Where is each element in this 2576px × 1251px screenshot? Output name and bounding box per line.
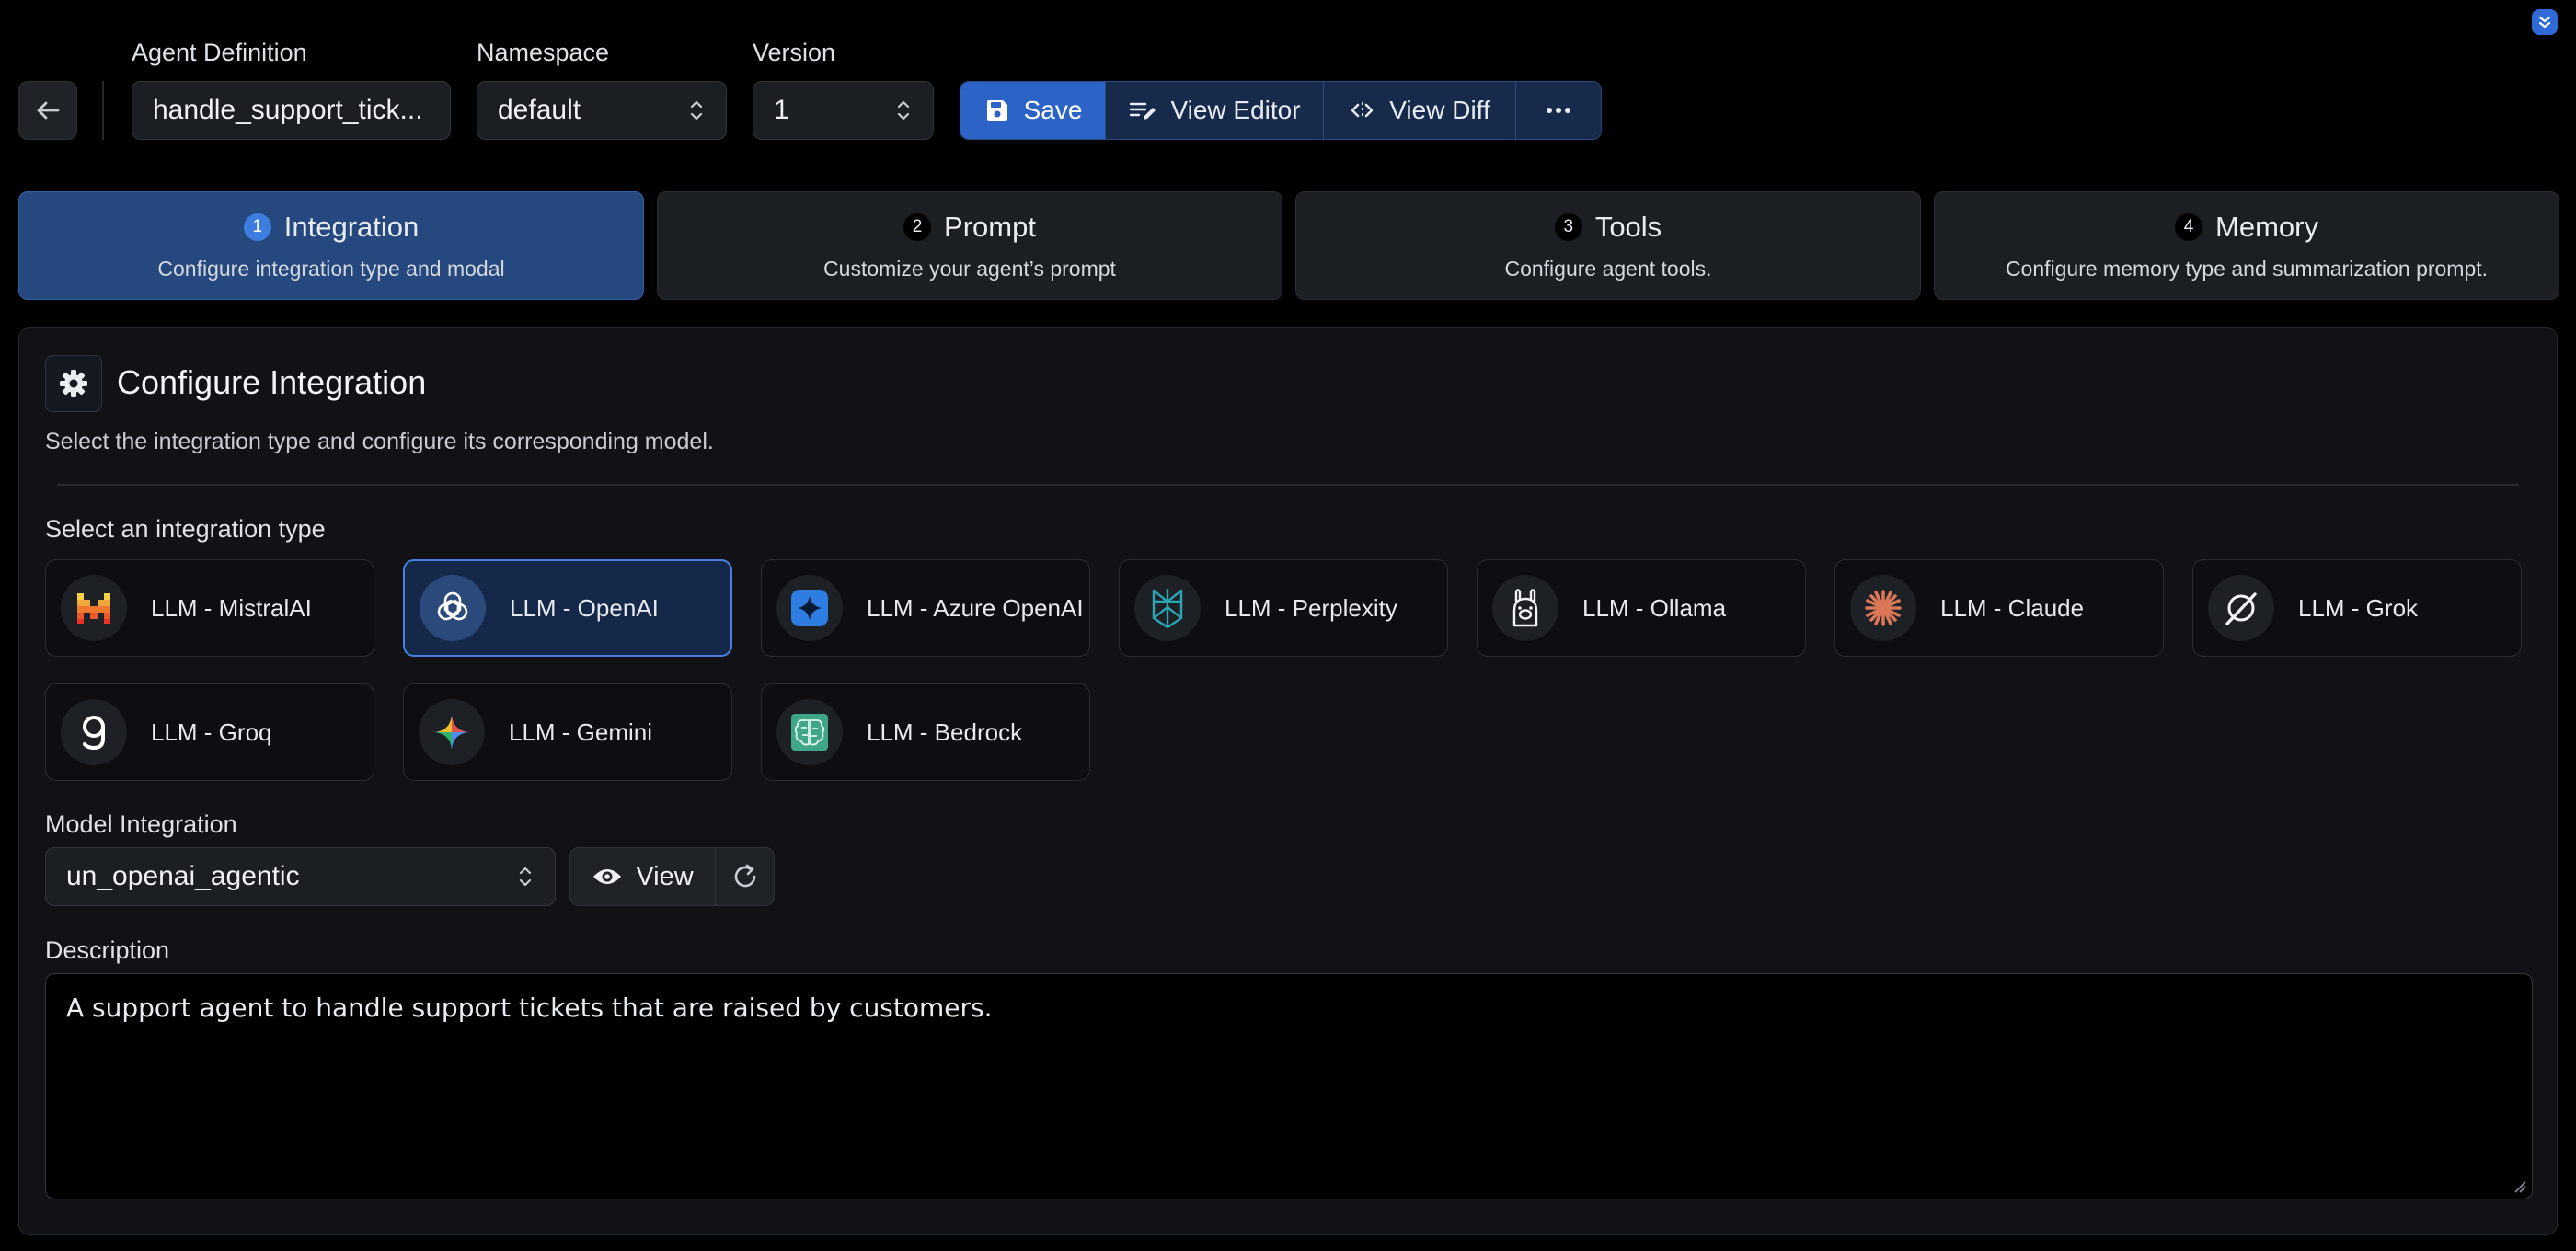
integration-card-openai[interactable]: LLM - OpenAI	[403, 559, 732, 657]
version-stepper[interactable]: 1	[753, 81, 934, 140]
step-title-text: Prompt	[944, 210, 1036, 243]
step-number: 3	[1554, 212, 1582, 241]
integration-card-label: LLM - OpenAI	[510, 593, 659, 622]
header-action-group: Save View Editor View Diff	[960, 81, 1602, 140]
namespace-select[interactable]: default	[477, 81, 727, 140]
agent-definition-input[interactable]: handle_support_tick...	[132, 81, 451, 140]
agent-definition-value: handle_support_tick...	[153, 95, 423, 125]
integration-card-label: LLM - Azure OpenAI	[867, 593, 1084, 622]
chevron-up-down-icon	[897, 100, 910, 121]
version-value: 1	[774, 95, 789, 125]
edit-lines-icon	[1130, 102, 1156, 120]
azure-openai-logo-icon	[776, 575, 843, 641]
integration-card-label: LLM - Ollama	[1582, 593, 1727, 622]
description-label: Description	[45, 936, 170, 964]
view-editor-label: View Editor	[1170, 96, 1301, 124]
chevron-up-down-icon	[519, 867, 532, 887]
namespace-value: default	[498, 95, 581, 125]
step-memory[interactable]: 4 Memory Configure memory type and summa…	[1934, 191, 2559, 300]
grok-logo-icon	[2208, 575, 2274, 641]
integration-card-mistralai[interactable]: LLM - MistralAI	[45, 559, 374, 657]
integration-card-azure-openai[interactable]: LLM - Azure OpenAI	[761, 559, 1090, 657]
agent-definition-label: Agent Definition	[132, 39, 307, 66]
perplexity-logo-icon	[1134, 575, 1201, 641]
integration-card-gemini[interactable]: LLM - Gemini	[403, 683, 732, 781]
refresh-icon	[734, 864, 755, 888]
step-number: 4	[2175, 212, 2203, 241]
model-actions-group: View	[569, 847, 775, 906]
step-subtitle: Customize your agent’s prompt	[823, 256, 1116, 281]
description-textarea[interactable]: A support agent to handle support ticket…	[45, 973, 2533, 1199]
view-model-label: View	[636, 861, 694, 891]
integration-card-label: LLM - Claude	[1940, 593, 2085, 622]
step-title: 2 Prompt	[903, 211, 1036, 244]
step-number: 1	[243, 212, 271, 241]
integration-card-bedrock[interactable]: LLM - Bedrock	[761, 683, 1090, 781]
ollama-logo-icon	[1492, 575, 1558, 641]
integration-card-label: LLM - MistralAI	[151, 593, 312, 622]
collapse-toggle-button[interactable]	[2532, 9, 2558, 35]
panel-title: Configure Integration	[117, 363, 427, 401]
mistral-logo-icon	[61, 575, 127, 641]
integration-card-label: LLM - Bedrock	[867, 717, 1023, 746]
integration-card-label: LLM - Grok	[2298, 593, 2419, 622]
floppy-disk-icon	[986, 100, 1007, 121]
groq-logo-icon	[61, 699, 127, 765]
step-number: 2	[903, 212, 932, 241]
view-diff-button[interactable]: View Diff	[1324, 82, 1516, 139]
step-title-text: Memory	[2215, 210, 2318, 243]
save-button[interactable]: Save	[960, 82, 1106, 139]
step-tools[interactable]: 3 Tools Configure agent tools.	[1295, 191, 1921, 300]
integration-card-ollama[interactable]: LLM - Ollama	[1477, 559, 1806, 657]
model-integration-value: un_openai_agentic	[66, 861, 300, 891]
bedrock-logo-icon	[776, 699, 843, 765]
integration-card-label: LLM - Gemini	[509, 717, 653, 746]
model-integration-label: Model Integration	[45, 810, 237, 838]
step-prompt[interactable]: 2 Prompt Customize your agent’s prompt	[657, 191, 1282, 300]
header-divider	[102, 81, 104, 140]
settings-gear-tile	[45, 355, 102, 412]
step-subtitle: Configure integration type and modal	[157, 256, 505, 281]
panel-subtitle: Select the integration type and configur…	[45, 429, 714, 454]
integration-card-perplexity[interactable]: LLM - Perplexity	[1119, 559, 1448, 657]
openai-logo-icon	[420, 575, 486, 641]
view-model-button[interactable]: View	[570, 848, 716, 905]
integration-card-claude[interactable]: LLM - Claude	[1834, 559, 2164, 657]
gemini-logo-icon	[419, 699, 485, 765]
integration-type-label: Select an integration type	[45, 515, 326, 543]
panel-divider	[57, 484, 2519, 486]
code-diff-icon	[1351, 102, 1374, 119]
more-horizontal-icon	[1547, 108, 1570, 113]
refresh-button[interactable]	[716, 848, 774, 905]
version-label: Version	[753, 39, 836, 66]
step-title-text: Tools	[1594, 210, 1662, 243]
description-value: A support agent to handle support ticket…	[66, 993, 993, 1023]
save-label: Save	[1023, 96, 1083, 124]
chevron-up-down-icon	[690, 100, 703, 121]
step-integration[interactable]: 1 Integration Configure integration type…	[18, 191, 644, 300]
integration-card-label: LLM - Perplexity	[1225, 593, 1397, 622]
step-subtitle: Configure memory type and summarization …	[2005, 256, 2489, 281]
gear-icon	[60, 370, 87, 397]
arrow-left-icon	[37, 101, 60, 120]
back-button[interactable]	[18, 81, 77, 140]
view-diff-label: View Diff	[1389, 96, 1490, 124]
step-title: 4 Memory	[2175, 211, 2318, 244]
claude-logo-icon	[1850, 575, 1916, 641]
double-chevron-down-icon	[2538, 16, 2551, 29]
model-integration-select[interactable]: un_openai_agentic	[45, 847, 556, 906]
integration-card-grok[interactable]: LLM - Grok	[2192, 559, 2522, 657]
step-title-text: Integration	[283, 210, 420, 243]
integration-card-groq[interactable]: LLM - Groq	[45, 683, 374, 781]
eye-icon	[593, 869, 622, 884]
view-editor-button[interactable]: View Editor	[1106, 82, 1324, 139]
step-subtitle: Configure agent tools.	[1504, 256, 1712, 281]
integration-card-label: LLM - Groq	[151, 717, 272, 746]
namespace-label: Namespace	[477, 39, 610, 66]
more-options-button[interactable]	[1516, 82, 1601, 139]
resize-handle-icon[interactable]	[2512, 1178, 2526, 1193]
step-title: 3 Tools	[1554, 210, 1662, 244]
step-title: 1 Integration	[243, 210, 420, 244]
